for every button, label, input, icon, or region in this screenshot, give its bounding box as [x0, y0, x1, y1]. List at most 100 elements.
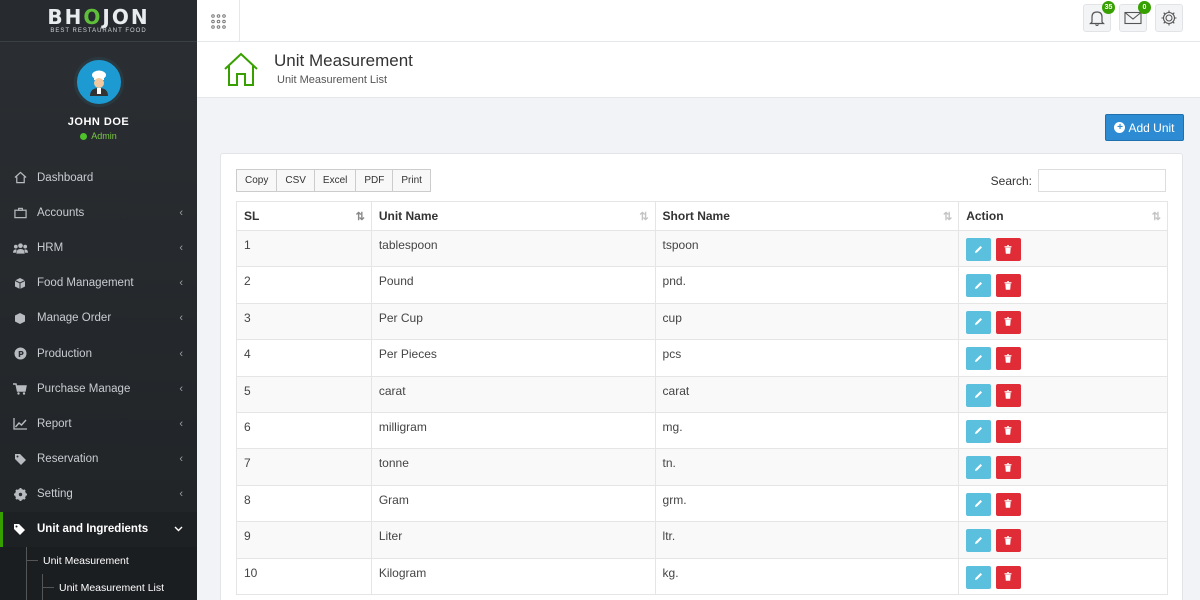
column-header-sl[interactable]: SL ⇅: [236, 201, 372, 231]
sort-asc-icon: ⇅: [355, 211, 365, 223]
cell-sl: 8: [236, 484, 372, 523]
pencil-icon: [974, 243, 983, 257]
trash-icon: [1004, 243, 1012, 257]
svg-text:P: P: [18, 350, 24, 359]
chevron-left-icon: ‹: [179, 417, 183, 430]
sidebar-item-dashboard[interactable]: Dashboard: [0, 160, 197, 195]
search-label: Search:: [990, 173, 1032, 188]
delete-button[interactable]: [995, 238, 1021, 261]
delete-button[interactable]: [995, 456, 1021, 480]
edit-button[interactable]: [966, 529, 992, 553]
page-header: Unit Measurement Unit Measurement List: [197, 42, 1200, 98]
cell-sl: 10: [236, 557, 372, 595]
edit-button[interactable]: [966, 419, 992, 443]
sidebar-item-food-management[interactable]: Food Management ‹: [0, 266, 197, 301]
sidebar-item-manage-order[interactable]: Manage Order ‹: [0, 301, 197, 336]
briefcase-icon: [11, 207, 29, 219]
sidebar-item-reservation[interactable]: Reservation ‹: [0, 442, 197, 477]
sidebar-menu: Dashboard Accounts ‹ HRM ‹ Food Manageme…: [0, 160, 197, 548]
edit-button[interactable]: [966, 456, 992, 480]
edit-button[interactable]: [966, 310, 992, 334]
column-header-action[interactable]: Action ⇅: [958, 201, 1168, 231]
cell-unit-name: Pound: [370, 266, 656, 304]
edit-button[interactable]: [966, 565, 992, 589]
delete-button[interactable]: [995, 492, 1021, 516]
notifications-button[interactable]: 35: [1083, 1, 1115, 32]
cell-sl: 1: [236, 229, 372, 268]
print-button[interactable]: Print: [392, 169, 431, 192]
production-icon: P: [11, 347, 29, 360]
sidebar-item-hrm[interactable]: HRM ‹: [0, 230, 197, 265]
cell-unit-name: tablespoon: [370, 229, 656, 268]
cell-action: [958, 521, 1168, 559]
submenu-item-unit-measurement-list[interactable]: Unit Measurement List: [0, 574, 197, 600]
messages-button[interactable]: 0: [1119, 1, 1151, 32]
trash-icon: [1004, 424, 1012, 438]
user-name: JOHN DOE: [67, 116, 130, 128]
chevron-left-icon: ‹: [179, 382, 183, 395]
cell-action: [958, 557, 1168, 595]
delete-button[interactable]: [995, 565, 1021, 589]
units-table: SL ⇅ Unit Name ⇅ Short Name ⇅ Action ⇅ 1 tabl…: [236, 201, 1168, 595]
envelope-icon: [1124, 11, 1142, 25]
delete-button[interactable]: [995, 274, 1021, 298]
sort-icon: ⇅: [942, 211, 953, 223]
copy-button[interactable]: Copy: [236, 169, 278, 192]
sidebar-item-purchase-manage[interactable]: Purchase Manage ‹: [0, 371, 197, 406]
sidebar-item-report[interactable]: Report ‹: [0, 406, 197, 441]
sidebar-item-setting[interactable]: Setting ‹: [0, 477, 197, 512]
cell-unit-name: Per Cup: [370, 302, 656, 341]
unit-list-panel: Copy CSV Excel PDF Print Search: SL ⇅ Uni…: [220, 153, 1183, 600]
pencil-icon: [974, 461, 983, 475]
table-header-row: SL ⇅ Unit Name ⇅ Short Name ⇅ Action ⇅: [236, 201, 1168, 231]
settings-button[interactable]: [1155, 4, 1183, 32]
edit-button[interactable]: [966, 238, 992, 261]
cell-short-name: kg.: [654, 557, 960, 595]
edit-button[interactable]: [966, 274, 992, 298]
cell-action: [958, 448, 1168, 486]
delete-button[interactable]: [995, 347, 1021, 371]
cell-unit-name: Kilogram: [370, 557, 656, 595]
page-title: Unit Measurement: [274, 51, 413, 70]
cell-unit-name: Liter: [370, 521, 656, 559]
cell-sl: 2: [236, 266, 372, 304]
add-unit-button[interactable]: + Add Unit: [1105, 114, 1184, 141]
avatar[interactable]: [73, 57, 124, 107]
table-row: 6 milligram mg.: [236, 411, 1168, 450]
edit-button[interactable]: [966, 492, 992, 516]
sidebar-item-accounts[interactable]: Accounts ‹: [0, 195, 197, 230]
trash-icon: [1004, 534, 1012, 548]
edit-button[interactable]: [966, 347, 992, 371]
excel-button[interactable]: Excel: [313, 169, 357, 192]
user-profile: JOHN DOE Admin: [0, 42, 197, 152]
page-subtitle: Unit Measurement List: [277, 74, 388, 86]
column-header-unit-name[interactable]: Unit Name ⇅: [370, 201, 656, 231]
csv-button[interactable]: CSV: [276, 169, 315, 192]
brand-logo[interactable]: BHOJON BEST RESTAURANT FOOD: [0, 0, 197, 42]
pencil-icon: [974, 315, 983, 329]
cube-icon: [11, 277, 29, 290]
tree-branch: [26, 560, 38, 562]
delete-button[interactable]: [995, 383, 1021, 407]
chef-avatar-icon: [89, 70, 108, 96]
home-outline-icon: [222, 50, 260, 91]
column-header-short-name[interactable]: Short Name ⇅: [654, 201, 960, 231]
cell-sl: 5: [236, 375, 372, 413]
table-row: 3 Per Cup cup: [236, 302, 1168, 341]
sidebar-item-production[interactable]: P Production ‹: [0, 336, 197, 371]
chevron-left-icon: ‹: [179, 488, 183, 501]
delete-button[interactable]: [995, 419, 1021, 443]
delete-button[interactable]: [995, 310, 1021, 334]
apps-grid-button[interactable]: [197, 0, 240, 42]
edit-button[interactable]: [966, 383, 992, 407]
sort-icon: ⇅: [639, 211, 649, 223]
search-input[interactable]: [1038, 169, 1166, 192]
pencil-icon: [974, 388, 983, 402]
sidebar-item-unit-and-ingredients[interactable]: Unit and Ingredients: [0, 511, 197, 548]
cell-short-name: pcs: [654, 339, 960, 377]
cell-short-name: tspoon: [654, 229, 960, 268]
trash-icon: [1004, 497, 1012, 511]
delete-button[interactable]: [995, 529, 1021, 553]
pdf-button[interactable]: PDF: [355, 169, 394, 192]
pencil-icon: [974, 534, 983, 548]
